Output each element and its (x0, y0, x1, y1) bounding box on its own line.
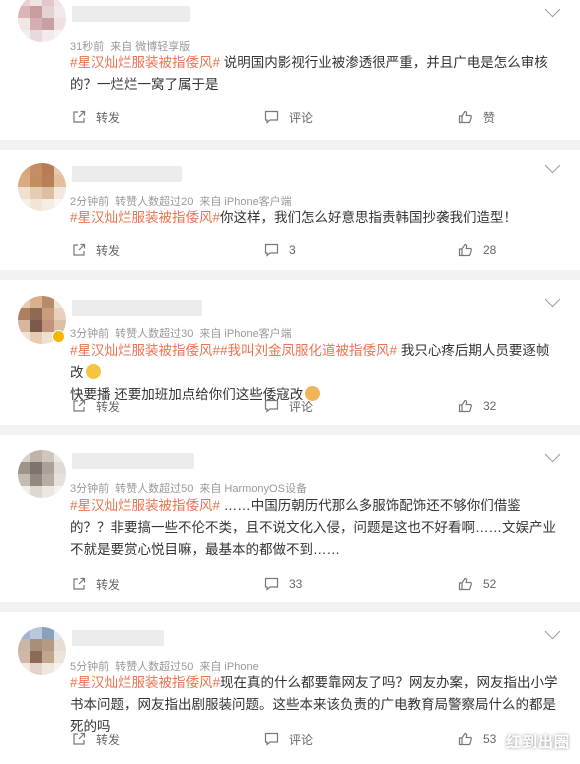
share-icon (73, 243, 86, 256)
watermark: 红到出圈 (505, 734, 570, 751)
share-icon (73, 577, 86, 590)
chevron-down-icon[interactable] (544, 291, 561, 308)
share-icon (73, 399, 86, 412)
separator (0, 425, 580, 435)
like-button[interactable]: 52 (458, 572, 496, 596)
action-bar: 转发 33 52 (0, 572, 580, 596)
chevron-down-icon[interactable] (544, 157, 561, 174)
comment-count: 3 (289, 243, 296, 257)
like-button[interactable]: 赞 (458, 105, 495, 129)
hashtag-link[interactable]: #我叫刘金凤服化道被指倭风# (220, 343, 397, 358)
username-blurred[interactable] (72, 166, 182, 182)
post-text: #星汉灿烂服装被指倭风# 说明国内影视行业被渗透很严重，并且广电是怎么审核的？一… (70, 55, 548, 92)
hashtag-link[interactable]: #星汉灿烂服装被指倭风# (70, 55, 220, 70)
repost-button[interactable]: 转发 (72, 394, 120, 418)
comment-icon (264, 110, 279, 124)
comment-button[interactable]: 评论 (264, 105, 313, 129)
comment-card: 2分钟前 转赞人数超过20 来自 iPhone客户端 #星汉灿烂服装被指倭风#你这样… (0, 150, 580, 270)
repost-button[interactable]: 转发 (72, 572, 120, 596)
avatar[interactable] (18, 450, 66, 498)
action-bar: 转发 评论 32 (0, 394, 580, 418)
separator (0, 602, 580, 612)
like-button[interactable]: 32 (458, 394, 496, 418)
post-text: #星汉灿烂服装被指倭风# ……中国历朝历代那么多服饰配饰还不够你们借鉴的？？非要… (70, 498, 556, 557)
comment-icon (264, 577, 279, 591)
repost-button[interactable]: 转发 (72, 727, 120, 751)
comment-feed: 31秒前 来自 微博轻享版 #星汉灿烂服装被指倭风# 说明国内影视行业被渗透很严重… (0, 0, 580, 764)
post-meta: 3分钟前 转赞人数超过50 来自 HarmonyOS设备 (70, 483, 307, 495)
comment-card: 31秒前 来自 微博轻享版 #星汉灿烂服装被指倭风# 说明国内影视行业被渗透很严重… (0, 0, 580, 140)
like-button[interactable]: 28 (458, 238, 496, 262)
username-blurred[interactable] (72, 453, 194, 469)
separator (0, 270, 580, 280)
avatar[interactable] (18, 163, 66, 211)
chevron-down-icon[interactable] (544, 623, 561, 640)
thumbs-up-icon (458, 577, 472, 591)
thumbs-up-icon (458, 732, 472, 746)
repost-button[interactable]: 转发 (72, 238, 120, 262)
like-button[interactable]: 53 (458, 727, 496, 751)
avatar[interactable] (18, 627, 66, 675)
comment-count: 33 (289, 577, 303, 591)
comment-icon (264, 399, 279, 413)
comment-card: 5分钟前 转赞人数超过50 来自 iPhone #星汉灿烂服装被指倭风#现在真的什么… (0, 612, 580, 764)
chevron-down-icon[interactable] (544, 1, 561, 18)
share-icon (73, 110, 86, 123)
verified-badge-icon (52, 330, 65, 343)
emoji-icon (85, 364, 101, 379)
share-icon (73, 732, 86, 745)
hashtag-link[interactable]: #星汉灿烂服装被指倭风# (70, 498, 220, 513)
comment-button[interactable]: 33 (264, 572, 302, 596)
comment-card: 3分钟前 转赞人数超过30 来自 iPhone客户端 #星汉灿烂服装被指倭风##我叫… (0, 280, 580, 425)
repost-button[interactable]: 转发 (72, 105, 120, 129)
action-bar: 转发 评论 赞 (0, 105, 580, 129)
avatar[interactable] (18, 0, 66, 42)
username-blurred[interactable] (72, 630, 164, 646)
post-text: #星汉灿烂服装被指倭风#你这样，我们怎么好意思指责韩国抄袭我们造型！ (70, 210, 518, 225)
hashtag-link[interactable]: #星汉灿烂服装被指倭风# (70, 675, 220, 690)
like-count: 32 (483, 399, 497, 413)
action-bar: 转发 评论 53 (0, 727, 580, 751)
like-count: 53 (483, 732, 497, 746)
username-blurred[interactable] (72, 300, 202, 316)
comment-button[interactable]: 3 (264, 238, 296, 262)
action-bar: 转发 3 28 (0, 238, 580, 262)
hashtag-link[interactable]: #星汉灿烂服装被指倭风# (70, 210, 220, 225)
username-blurred[interactable] (72, 6, 190, 22)
hashtag-link[interactable]: #星汉灿烂服装被指倭风# (70, 343, 220, 358)
like-count: 28 (483, 243, 497, 257)
like-count: 52 (483, 577, 497, 591)
comment-button[interactable]: 评论 (264, 727, 313, 751)
comment-card: 3分钟前 转赞人数超过50 来自 HarmonyOS设备 #星汉灿烂服装被指倭风# … (0, 435, 580, 602)
comment-icon (264, 243, 279, 257)
comment-button[interactable]: 评论 (264, 394, 313, 418)
chevron-down-icon[interactable] (544, 446, 561, 463)
thumbs-up-icon (458, 243, 472, 257)
thumbs-up-icon (458, 110, 472, 124)
thumbs-up-icon (458, 399, 472, 413)
post-meta: 3分钟前 转赞人数超过30 来自 iPhone客户端 (70, 328, 292, 340)
comment-icon (264, 732, 279, 746)
separator (0, 140, 580, 150)
